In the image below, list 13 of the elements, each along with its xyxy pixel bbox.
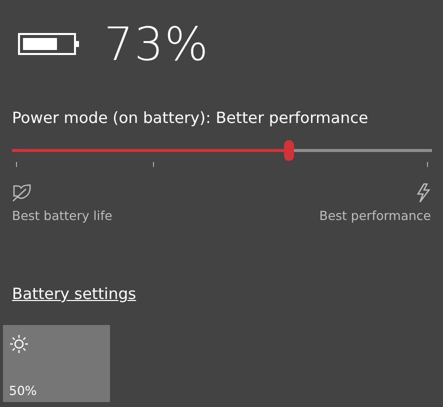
min-label: Best battery life bbox=[12, 207, 112, 226]
battery-percentage: 73% bbox=[104, 20, 210, 66]
battery-settings-link[interactable]: Battery settings bbox=[12, 283, 136, 306]
quick-action-tile[interactable]: 50% bbox=[3, 325, 110, 402]
max-label: Best performance bbox=[319, 207, 431, 226]
power-mode-label: Power mode (on battery): Better performance bbox=[11, 108, 370, 129]
lightning-icon bbox=[415, 183, 431, 204]
tile-label: 50% bbox=[9, 382, 38, 400]
slider-thumb[interactable] bbox=[284, 140, 294, 162]
leaf-icon bbox=[12, 183, 32, 204]
brightness-icon bbox=[9, 334, 29, 354]
power-mode-slider[interactable] bbox=[12, 140, 432, 162]
battery-icon bbox=[18, 32, 80, 54]
